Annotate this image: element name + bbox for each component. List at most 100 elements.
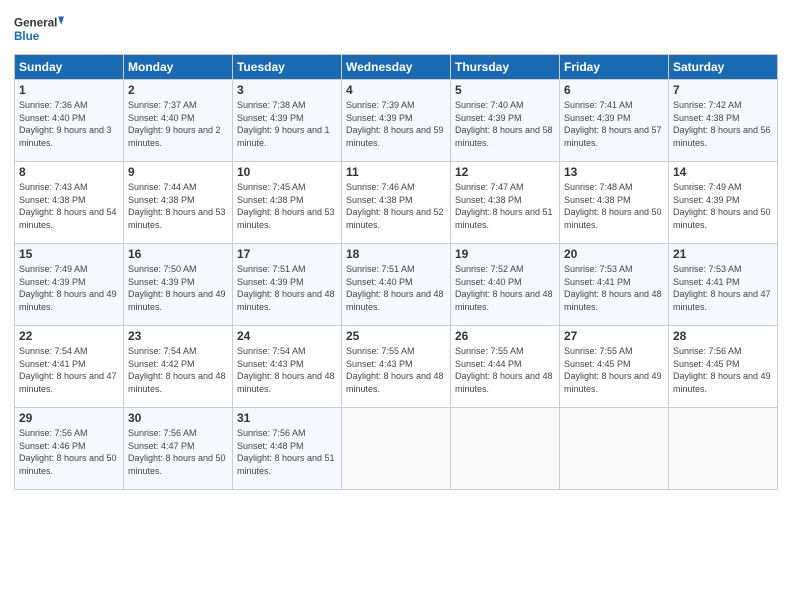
cell-details: Sunrise: 7:41 AMSunset: 4:39 PMDaylight:… — [564, 99, 664, 149]
calendar-cell: 7 Sunrise: 7:42 AMSunset: 4:38 PMDaylight… — [669, 80, 778, 162]
day-number: 21 — [673, 247, 773, 261]
day-number: 10 — [237, 165, 337, 179]
day-number: 18 — [346, 247, 446, 261]
cell-details: Sunrise: 7:51 AMSunset: 4:39 PMDaylight:… — [237, 263, 337, 313]
week-row-4: 22 Sunrise: 7:54 AMSunset: 4:41 PMDayligh… — [15, 326, 778, 408]
day-number: 2 — [128, 83, 228, 97]
calendar-cell: 6 Sunrise: 7:41 AMSunset: 4:39 PMDaylight… — [560, 80, 669, 162]
calendar-cell: 3 Sunrise: 7:38 AMSunset: 4:39 PMDaylight… — [233, 80, 342, 162]
day-number: 7 — [673, 83, 773, 97]
cell-details: Sunrise: 7:37 AMSunset: 4:40 PMDaylight:… — [128, 99, 228, 149]
col-header-friday: Friday — [560, 55, 669, 80]
cell-details: Sunrise: 7:44 AMSunset: 4:38 PMDaylight:… — [128, 181, 228, 231]
calendar-cell: 5 Sunrise: 7:40 AMSunset: 4:39 PMDaylight… — [451, 80, 560, 162]
day-number: 8 — [19, 165, 119, 179]
calendar-cell: 12Sunrise: 7:47 AMSunset: 4:38 PMDayligh… — [451, 162, 560, 244]
week-row-3: 15 Sunrise: 7:49 AMSunset: 4:39 PMDayligh… — [15, 244, 778, 326]
calendar-cell: 24 Sunrise: 7:54 AMSunset: 4:43 PMDayligh… — [233, 326, 342, 408]
day-number: 4 — [346, 83, 446, 97]
col-header-wednesday: Wednesday — [342, 55, 451, 80]
cell-details: Sunrise: 7:42 AMSunset: 4:38 PMDaylight:… — [673, 99, 773, 149]
day-number: 28 — [673, 329, 773, 343]
cell-details: Sunrise: 7:49 AMSunset: 4:39 PMDaylight:… — [673, 181, 773, 231]
cell-details: Sunrise: 7:54 AMSunset: 4:42 PMDaylight:… — [128, 345, 228, 395]
day-number: 13 — [564, 165, 664, 179]
cell-details: Sunrise: 7:53 AMSunset: 4:41 PMDaylight:… — [673, 263, 773, 313]
day-number: 6 — [564, 83, 664, 97]
day-number: 11 — [346, 165, 446, 179]
calendar-cell: 9 Sunrise: 7:44 AMSunset: 4:38 PMDaylight… — [124, 162, 233, 244]
calendar-cell: 11 Sunrise: 7:46 AMSunset: 4:38 PMDayligh… — [342, 162, 451, 244]
cell-details: Sunrise: 7:49 AMSunset: 4:39 PMDaylight:… — [19, 263, 119, 313]
calendar-cell — [451, 408, 560, 490]
day-number: 3 — [237, 83, 337, 97]
day-number: 25 — [346, 329, 446, 343]
calendar-cell — [560, 408, 669, 490]
day-number: 24 — [237, 329, 337, 343]
cell-details: Sunrise: 7:45 AMSunset: 4:38 PMDaylight:… — [237, 181, 337, 231]
day-number: 30 — [128, 411, 228, 425]
cell-details: Sunrise: 7:48 AMSunset: 4:38 PMDaylight:… — [564, 181, 664, 231]
day-number: 17 — [237, 247, 337, 261]
day-number: 26 — [455, 329, 555, 343]
week-row-5: 29Sunrise: 7:56 AMSunset: 4:46 PMDayligh… — [15, 408, 778, 490]
cell-details: Sunrise: 7:46 AMSunset: 4:38 PMDaylight:… — [346, 181, 446, 231]
day-number: 9 — [128, 165, 228, 179]
day-number: 20 — [564, 247, 664, 261]
calendar-cell: 27 Sunrise: 7:55 AMSunset: 4:45 PMDayligh… — [560, 326, 669, 408]
calendar-cell: 14Sunrise: 7:49 AMSunset: 4:39 PMDayligh… — [669, 162, 778, 244]
cell-details: Sunrise: 7:47 AMSunset: 4:38 PMDaylight:… — [455, 181, 555, 231]
calendar-cell: 4 Sunrise: 7:39 AMSunset: 4:39 PMDaylight… — [342, 80, 451, 162]
cell-details: Sunrise: 7:54 AMSunset: 4:43 PMDaylight:… — [237, 345, 337, 395]
cell-details: Sunrise: 7:40 AMSunset: 4:39 PMDaylight:… — [455, 99, 555, 149]
logo-svg: General Blue — [14, 10, 64, 48]
logo: General Blue — [14, 10, 64, 48]
calendar-cell: 13 Sunrise: 7:48 AMSunset: 4:38 PMDayligh… — [560, 162, 669, 244]
calendar-cell: 15 Sunrise: 7:49 AMSunset: 4:39 PMDayligh… — [15, 244, 124, 326]
day-number: 19 — [455, 247, 555, 261]
day-number: 22 — [19, 329, 119, 343]
calendar-cell: 19 Sunrise: 7:52 AMSunset: 4:40 PMDayligh… — [451, 244, 560, 326]
cell-details: Sunrise: 7:54 AMSunset: 4:41 PMDaylight:… — [19, 345, 119, 395]
calendar-table: SundayMondayTuesdayWednesdayThursdayFrid… — [14, 54, 778, 490]
day-number: 15 — [19, 247, 119, 261]
week-row-2: 8 Sunrise: 7:43 AMSunset: 4:38 PMDaylight… — [15, 162, 778, 244]
calendar-cell: 26Sunrise: 7:55 AMSunset: 4:44 PMDayligh… — [451, 326, 560, 408]
col-header-tuesday: Tuesday — [233, 55, 342, 80]
cell-details: Sunrise: 7:55 AMSunset: 4:45 PMDaylight:… — [564, 345, 664, 395]
cell-details: Sunrise: 7:36 AMSunset: 4:40 PMDaylight:… — [19, 99, 119, 149]
cell-details: Sunrise: 7:52 AMSunset: 4:40 PMDaylight:… — [455, 263, 555, 313]
calendar-cell: 23Sunrise: 7:54 AMSunset: 4:42 PMDayligh… — [124, 326, 233, 408]
day-number: 5 — [455, 83, 555, 97]
calendar-cell: 8 Sunrise: 7:43 AMSunset: 4:38 PMDaylight… — [15, 162, 124, 244]
calendar-cell: 17 Sunrise: 7:51 AMSunset: 4:39 PMDayligh… — [233, 244, 342, 326]
svg-text:Blue: Blue — [14, 30, 40, 43]
calendar-cell: 1Sunrise: 7:36 AMSunset: 4:40 PMDaylight… — [15, 80, 124, 162]
calendar-cell: 2 Sunrise: 7:37 AMSunset: 4:40 PMDaylight… — [124, 80, 233, 162]
col-header-saturday: Saturday — [669, 55, 778, 80]
calendar-cell: 20 Sunrise: 7:53 AMSunset: 4:41 PMDayligh… — [560, 244, 669, 326]
day-number: 31 — [237, 411, 337, 425]
calendar-cell: 22 Sunrise: 7:54 AMSunset: 4:41 PMDayligh… — [15, 326, 124, 408]
calendar-cell: 29Sunrise: 7:56 AMSunset: 4:46 PMDayligh… — [15, 408, 124, 490]
calendar-cell: 18 Sunrise: 7:51 AMSunset: 4:40 PMDayligh… — [342, 244, 451, 326]
cell-details: Sunrise: 7:39 AMSunset: 4:39 PMDaylight:… — [346, 99, 446, 149]
cell-details: Sunrise: 7:53 AMSunset: 4:41 PMDaylight:… — [564, 263, 664, 313]
svg-text:General: General — [14, 17, 57, 30]
cell-details: Sunrise: 7:38 AMSunset: 4:39 PMDaylight:… — [237, 99, 337, 149]
calendar-cell: 16Sunrise: 7:50 AMSunset: 4:39 PMDayligh… — [124, 244, 233, 326]
calendar-cell — [342, 408, 451, 490]
cell-details: Sunrise: 7:51 AMSunset: 4:40 PMDaylight:… — [346, 263, 446, 313]
cell-details: Sunrise: 7:56 AMSunset: 4:47 PMDaylight:… — [128, 427, 228, 477]
day-number: 27 — [564, 329, 664, 343]
col-header-thursday: Thursday — [451, 55, 560, 80]
calendar-cell: 10 Sunrise: 7:45 AMSunset: 4:38 PMDayligh… — [233, 162, 342, 244]
cell-details: Sunrise: 7:56 AMSunset: 4:46 PMDaylight:… — [19, 427, 119, 477]
calendar-cell: 28Sunrise: 7:56 AMSunset: 4:45 PMDayligh… — [669, 326, 778, 408]
col-header-monday: Monday — [124, 55, 233, 80]
calendar-cell: 21 Sunrise: 7:53 AMSunset: 4:41 PMDayligh… — [669, 244, 778, 326]
calendar-cell: 25 Sunrise: 7:55 AMSunset: 4:43 PMDayligh… — [342, 326, 451, 408]
cell-details: Sunrise: 7:55 AMSunset: 4:43 PMDaylight:… — [346, 345, 446, 395]
cell-details: Sunrise: 7:43 AMSunset: 4:38 PMDaylight:… — [19, 181, 119, 231]
cell-details: Sunrise: 7:50 AMSunset: 4:39 PMDaylight:… — [128, 263, 228, 313]
